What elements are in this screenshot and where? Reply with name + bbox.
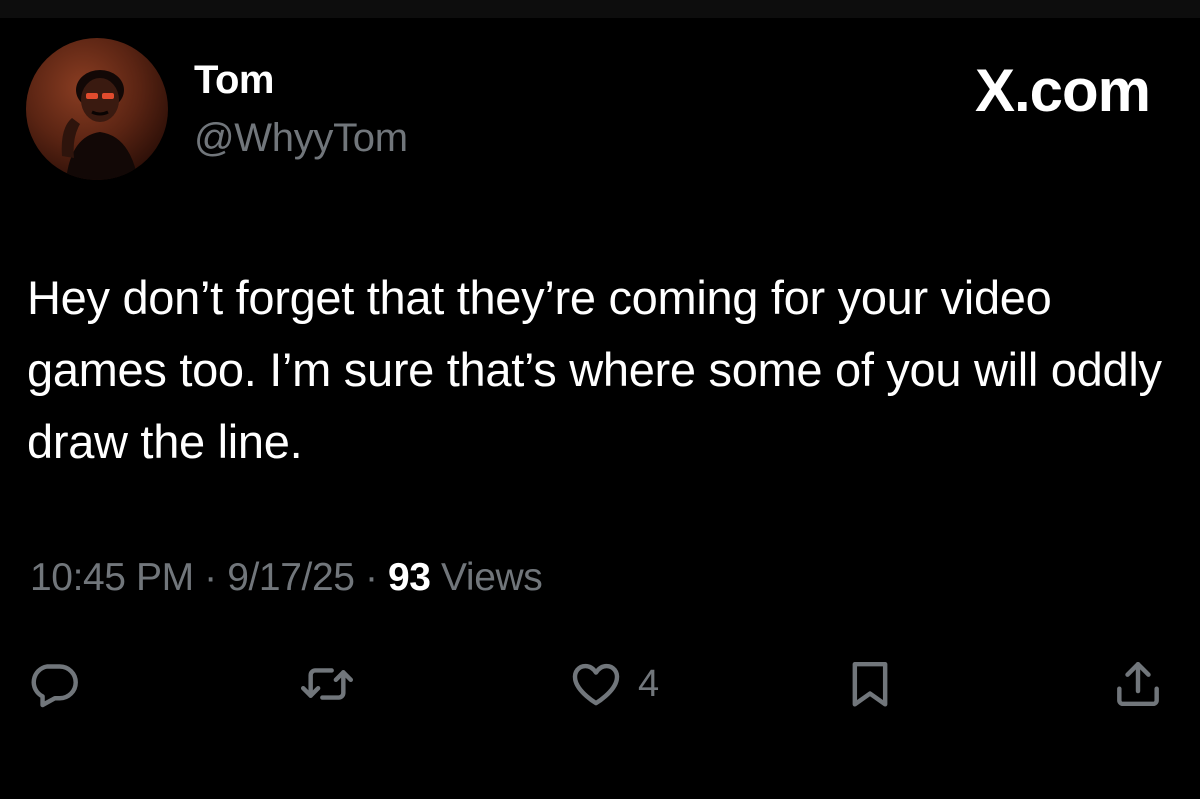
share-button[interactable]	[1110, 654, 1166, 714]
reply-icon	[31, 664, 78, 708]
share-icon	[1117, 661, 1159, 707]
tweet-time[interactable]: 10:45 PM	[30, 556, 194, 599]
retweet-icon	[300, 668, 354, 700]
tweet-date[interactable]: 9/17/25	[227, 556, 355, 599]
tweet-meta: 10:45 PM · 9/17/25 · 93 Views	[30, 556, 543, 600]
meta-separator: ·	[193, 556, 228, 599]
like-button[interactable]: 4	[568, 654, 659, 714]
author-display-name[interactable]: Tom	[194, 58, 274, 103]
bookmark-button[interactable]	[842, 654, 898, 714]
author-handle[interactable]: @WhyyTom	[194, 116, 408, 161]
meta-separator: ·	[354, 556, 388, 599]
reply-button[interactable]	[26, 654, 82, 714]
views-label: Views	[430, 556, 543, 599]
brand-logo-text: X.com	[974, 57, 1151, 124]
bookmark-icon	[852, 661, 888, 707]
like-count: 4	[638, 662, 660, 705]
top-bar	[0, 0, 1200, 18]
retweet-button[interactable]	[296, 654, 358, 714]
heart-icon	[572, 663, 620, 706]
avatar[interactable]	[26, 38, 168, 180]
views-count: 93	[388, 556, 431, 599]
tweet-text: Hey don’t forget that they’re coming for…	[27, 271, 1162, 468]
avatar-image	[61, 70, 138, 180]
